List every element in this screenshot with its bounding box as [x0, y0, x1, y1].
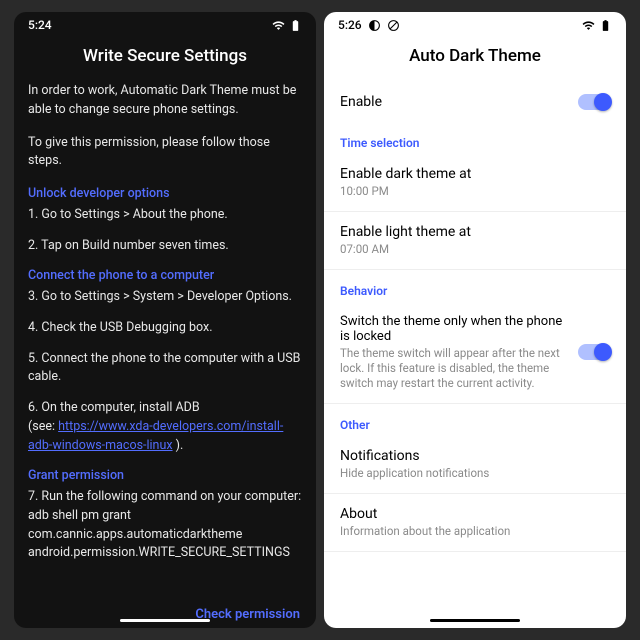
home-indicator[interactable]: [120, 619, 210, 622]
page-title: Write Secure Settings: [14, 36, 316, 82]
category-other: Other: [324, 404, 626, 436]
enable-row[interactable]: Enable: [324, 82, 626, 122]
enable-switch[interactable]: [578, 94, 610, 110]
home-indicator[interactable]: [430, 619, 520, 622]
status-icons: [582, 19, 612, 32]
battery-icon: [599, 19, 612, 32]
notifications-sub: Hide application notifications: [340, 466, 610, 481]
page-title: Auto Dark Theme: [324, 36, 626, 82]
category-time: Time selection: [324, 122, 626, 154]
step-3: 3. Go to Settings > System > Developer O…: [28, 288, 302, 307]
status-clock: 5:26: [338, 18, 362, 32]
section-head-connect: Connect the phone to a computer: [28, 267, 302, 286]
notifications-label: Notifications: [340, 448, 610, 464]
notifications-row[interactable]: Notifications Hide application notificat…: [324, 436, 626, 493]
dnd-icon: [387, 19, 400, 32]
light-time-value: 07:00 AM: [340, 242, 610, 257]
step-6b: (see:: [28, 419, 58, 434]
step-6: 6. On the computer, install ADB (see: ht…: [28, 399, 302, 455]
wifi-icon: [582, 19, 595, 32]
battery-icon: [289, 19, 302, 32]
step-7a: 7. Run the following command on your com…: [28, 489, 301, 504]
intro-text-1: In order to work, Automatic Dark Theme m…: [28, 82, 302, 120]
dark-time-row[interactable]: Enable dark theme at 10:00 PM: [324, 154, 626, 211]
status-icons: [272, 19, 302, 32]
step-2: 2. Tap on Build number seven times.: [28, 237, 302, 256]
step-6a: 6. On the computer, install ADB: [28, 400, 200, 415]
section-head-developer: Unlock developer options: [28, 185, 302, 204]
dark-time-value: 10:00 PM: [340, 184, 610, 199]
status-bar: 5:26: [324, 12, 626, 36]
adb-link[interactable]: https://www.xda-developers.com/install-a…: [28, 419, 283, 453]
about-row[interactable]: About Information about the application: [324, 494, 626, 551]
lock-label: Switch the theme only when the phone is …: [340, 314, 568, 344]
step-7: 7. Run the following command on your com…: [28, 488, 302, 563]
check-permission-button[interactable]: Check permission: [14, 601, 316, 628]
screenshot-left: 5:24 Write Secure Settings In order to w…: [14, 12, 316, 628]
light-time-row[interactable]: Enable light theme at 07:00 AM: [324, 212, 626, 269]
step-7b: adb shell pm grant com.cannic.apps.autom…: [28, 508, 290, 561]
lock-sub: The theme switch will appear after the n…: [340, 346, 568, 391]
step-4: 4. Check the USB Debugging box.: [28, 319, 302, 338]
about-label: About: [340, 506, 610, 522]
screenshot-right: 5:26 Auto Dark Theme Enable Time selecti…: [324, 12, 626, 628]
lock-switch[interactable]: [578, 344, 610, 360]
wifi-icon: [272, 19, 285, 32]
step-6c: ).: [173, 438, 184, 453]
divider: [324, 551, 626, 552]
section-head-grant: Grant permission: [28, 467, 302, 486]
content: In order to work, Automatic Dark Theme m…: [14, 82, 316, 601]
enable-label: Enable: [340, 94, 382, 110]
light-time-label: Enable light theme at: [340, 224, 610, 240]
intro-text-2: To give this permission, please follow t…: [28, 134, 302, 172]
status-clock: 5:24: [28, 18, 52, 32]
status-left: 5:26: [338, 18, 400, 32]
step-1: 1. Go to Settings > About the phone.: [28, 206, 302, 225]
step-5: 5. Connect the phone to the computer wit…: [28, 350, 302, 388]
status-bar: 5:24: [14, 12, 316, 36]
dark-time-label: Enable dark theme at: [340, 166, 610, 182]
about-sub: Information about the application: [340, 524, 610, 539]
lock-row[interactable]: Switch the theme only when the phone is …: [324, 302, 626, 403]
category-behavior: Behavior: [324, 270, 626, 302]
dark-mode-icon: [368, 19, 381, 32]
